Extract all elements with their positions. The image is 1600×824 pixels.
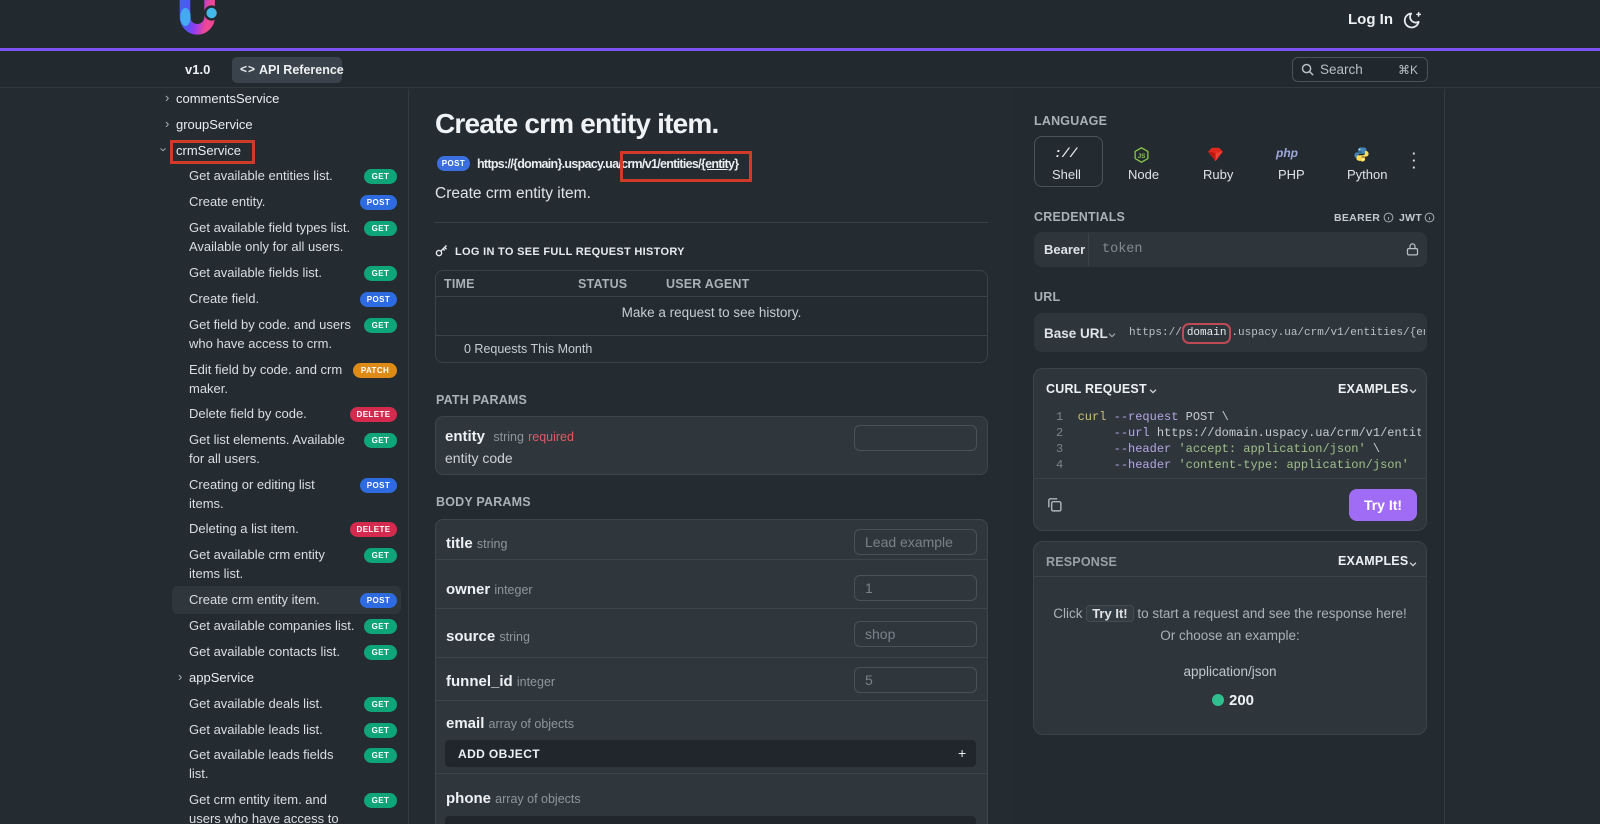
svg-text:JS: JS [1138, 153, 1146, 160]
